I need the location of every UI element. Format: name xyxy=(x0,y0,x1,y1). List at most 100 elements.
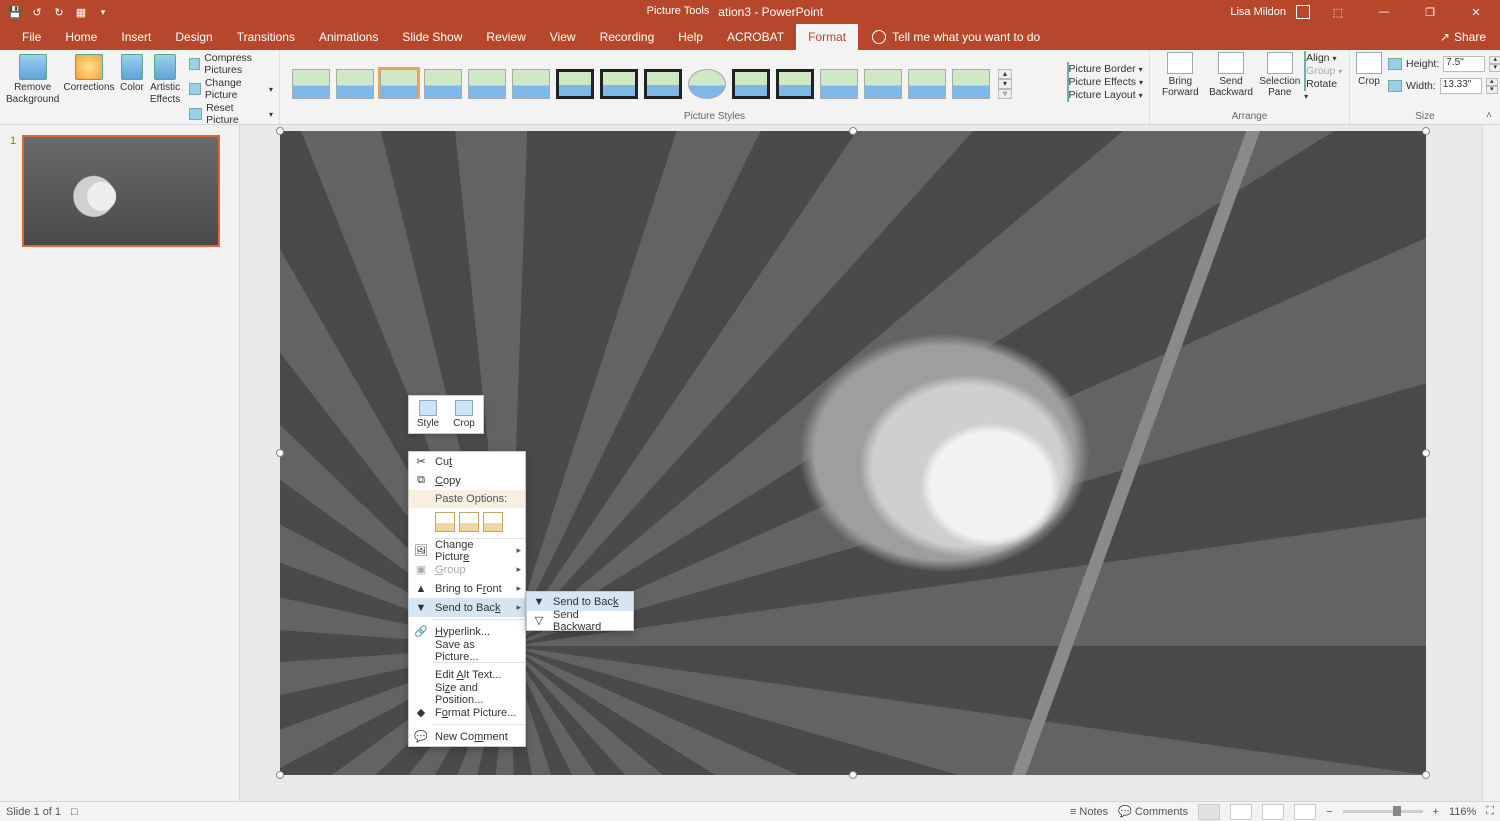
corrections-button[interactable]: Corrections xyxy=(63,52,114,94)
selection-pane-button[interactable]: Selection Pane xyxy=(1257,52,1302,98)
style-thumb[interactable] xyxy=(908,69,946,99)
zoom-in-icon[interactable]: + xyxy=(1433,806,1439,818)
bring-forward-button[interactable]: Bring Forward xyxy=(1156,52,1205,98)
tab-view[interactable]: View xyxy=(538,24,588,50)
tab-insert[interactable]: Insert xyxy=(109,24,163,50)
picture-styles-gallery[interactable]: ▴ ▾ ▿ xyxy=(286,65,1057,99)
tell-me-search[interactable]: Tell me what you want to do xyxy=(872,30,1040,44)
reset-picture-button[interactable]: Reset Picture ▾ xyxy=(189,102,273,126)
selection-handle[interactable] xyxy=(276,127,284,135)
gallery-up-icon[interactable]: ▴ xyxy=(998,69,1012,79)
width-field[interactable]: Width: 13.33" ▴▾ xyxy=(1388,78,1500,94)
zoom-thumb[interactable] xyxy=(1393,806,1401,816)
style-thumb[interactable] xyxy=(864,69,902,99)
redo-icon[interactable]: ↻ xyxy=(52,5,66,19)
undo-icon[interactable]: ↺ xyxy=(30,5,44,19)
remove-background-button[interactable]: Remove Background xyxy=(6,52,59,105)
selection-handle[interactable] xyxy=(849,127,857,135)
start-slideshow-icon[interactable]: ▦ xyxy=(74,5,88,19)
paste-option-icon[interactable] xyxy=(483,512,503,532)
slide-thumbnail[interactable] xyxy=(22,135,220,247)
height-input[interactable]: 7.5" xyxy=(1443,56,1485,72)
account-icon[interactable] xyxy=(1296,5,1310,19)
rotate-button[interactable]: Rotate ▾ xyxy=(1304,78,1343,102)
style-thumb[interactable] xyxy=(424,69,462,99)
picture-effects-button[interactable]: Picture Effects ▾ xyxy=(1067,76,1143,88)
align-button[interactable]: Align ▾ xyxy=(1304,52,1343,64)
style-thumb[interactable] xyxy=(468,69,506,99)
share-button[interactable]: ↗ Share xyxy=(1440,30,1486,44)
style-thumb[interactable] xyxy=(732,69,770,99)
color-button[interactable]: Color xyxy=(119,52,146,94)
paste-option-icon[interactable] xyxy=(459,512,479,532)
crop-button[interactable]: Crop xyxy=(1356,52,1382,87)
tab-file[interactable]: File xyxy=(10,24,53,50)
fit-to-window-icon[interactable]: ⛶ xyxy=(1486,805,1494,818)
user-name[interactable]: Lisa Mildon xyxy=(1230,6,1286,18)
selection-handle[interactable] xyxy=(276,771,284,779)
selection-handle[interactable] xyxy=(1422,449,1430,457)
selection-handle[interactable] xyxy=(849,771,857,779)
tab-home[interactable]: Home xyxy=(53,24,109,50)
paste-option-icon[interactable] xyxy=(435,512,455,532)
spellcheck-icon[interactable]: □ xyxy=(71,806,78,818)
tab-format[interactable]: Format xyxy=(796,24,858,50)
group-button[interactable]: Group ▾ xyxy=(1304,65,1343,77)
tab-slideshow[interactable]: Slide Show xyxy=(390,24,474,50)
mini-style-button[interactable]: Style xyxy=(413,400,443,429)
style-thumb[interactable] xyxy=(336,69,374,99)
style-thumb[interactable] xyxy=(556,69,594,99)
style-thumb[interactable] xyxy=(952,69,990,99)
zoom-out-icon[interactable]: − xyxy=(1326,806,1332,818)
ribbon-display-icon[interactable]: ⬚ xyxy=(1320,0,1356,24)
mini-crop-button[interactable]: Crop xyxy=(449,400,479,429)
ctx-change-picture[interactable]: 🖼Change Picture▸ xyxy=(409,541,525,560)
tab-animations[interactable]: Animations xyxy=(307,24,390,50)
close-icon[interactable]: ✕ xyxy=(1458,0,1494,24)
sub-send-backward[interactable]: ▽Send Backward xyxy=(527,611,633,630)
minimize-icon[interactable]: — xyxy=(1366,0,1402,24)
compress-pictures-button[interactable]: Compress Pictures xyxy=(189,52,273,76)
vertical-scrollbar[interactable] xyxy=(1482,125,1500,801)
selection-handle[interactable] xyxy=(1422,127,1430,135)
collapse-ribbon-icon[interactable]: ˄ xyxy=(1482,110,1496,122)
zoom-value[interactable]: 116% xyxy=(1449,806,1476,818)
selection-handle[interactable] xyxy=(1422,771,1430,779)
picture-border-button[interactable]: Picture Border ▾ xyxy=(1067,63,1143,75)
gallery-down-icon[interactable]: ▾ xyxy=(998,79,1012,89)
ctx-send-back[interactable]: ▼Send to Back▸ xyxy=(409,598,525,617)
tab-recording[interactable]: Recording xyxy=(588,24,667,50)
style-thumb[interactable] xyxy=(380,69,418,99)
ctx-copy[interactable]: ⧉Copy xyxy=(409,471,525,490)
send-backward-button[interactable]: Send Backward xyxy=(1207,52,1256,98)
style-thumb[interactable] xyxy=(820,69,858,99)
ctx-new-comment[interactable]: 💬New Comment xyxy=(409,727,525,746)
height-field[interactable]: Height: 7.5" ▴▾ xyxy=(1388,56,1500,72)
picture-layout-button[interactable]: Picture Layout ▾ xyxy=(1067,89,1143,101)
style-thumb[interactable] xyxy=(776,69,814,99)
zoom-slider[interactable] xyxy=(1343,810,1423,813)
tab-design[interactable]: Design xyxy=(163,24,224,50)
ctx-cut[interactable]: ✂Cut xyxy=(409,452,525,471)
spin-up-icon[interactable]: ▴ xyxy=(1489,56,1500,64)
gallery-more-icon[interactable]: ▿ xyxy=(998,89,1012,99)
ctx-size-position[interactable]: Size and Position... xyxy=(409,684,525,703)
save-icon[interactable]: 💾 xyxy=(8,5,22,19)
ctx-format-picture[interactable]: ◆Format Picture... xyxy=(409,703,525,722)
style-thumb[interactable] xyxy=(600,69,638,99)
artistic-effects-button[interactable]: Artistic Effects xyxy=(149,52,181,105)
slideshow-view-icon[interactable] xyxy=(1294,804,1316,820)
spin-down-icon[interactable]: ▾ xyxy=(1486,86,1498,94)
notes-button[interactable]: ≡ Notes xyxy=(1070,806,1108,818)
tab-transitions[interactable]: Transitions xyxy=(225,24,307,50)
slide-thumbnails-pane[interactable]: 1 xyxy=(0,125,240,801)
tab-acrobat[interactable]: ACROBAT xyxy=(715,24,796,50)
qat-more-icon[interactable]: ▾ xyxy=(96,5,110,19)
tab-review[interactable]: Review xyxy=(474,24,537,50)
restore-icon[interactable]: ❐ xyxy=(1412,0,1448,24)
slide-thumbnail-item[interactable]: 1 xyxy=(10,135,229,247)
spin-down-icon[interactable]: ▾ xyxy=(1489,64,1500,72)
ctx-save-as-picture[interactable]: Save as Picture... xyxy=(409,641,525,660)
selection-handle[interactable] xyxy=(276,449,284,457)
ctx-bring-front[interactable]: ▲Bring to Front▸ xyxy=(409,579,525,598)
